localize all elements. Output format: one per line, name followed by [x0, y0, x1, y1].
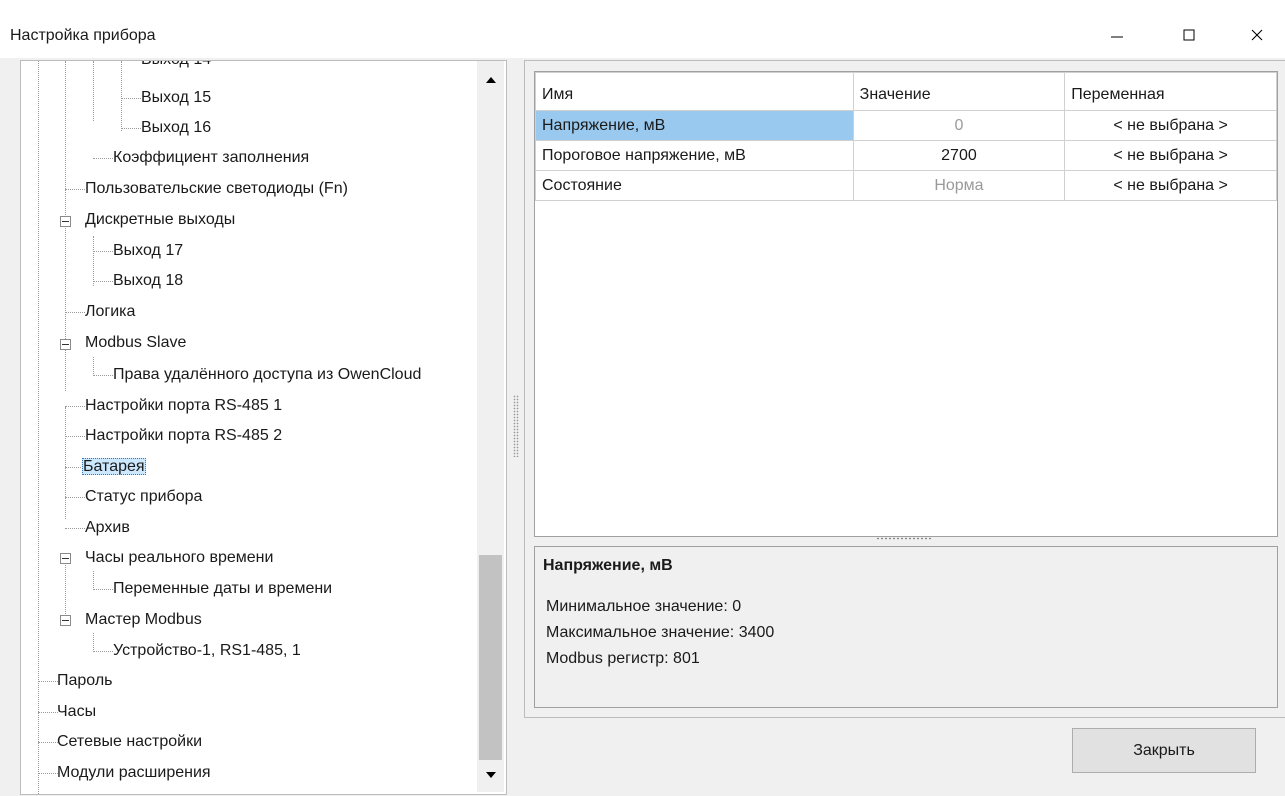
row-name-cell[interactable]: Напряжение, мВ — [535, 110, 854, 141]
settings-tree: Выход 14 Выход 15 Выход 16 Коэффициент з… — [20, 60, 507, 795]
collapse-icon[interactable] — [60, 553, 71, 564]
scroll-thumb[interactable] — [479, 555, 502, 760]
description-min-value: Минимальное значение: 0 — [546, 598, 742, 615]
maximize-button[interactable] — [1164, 14, 1214, 54]
close-icon — [1251, 29, 1263, 41]
horizontal-splitter[interactable] — [876, 537, 932, 540]
title-bar: Настройка прибора — [0, 0, 1285, 58]
collapse-icon[interactable] — [60, 216, 71, 227]
tree-scrollbar[interactable] — [477, 61, 504, 792]
tree-item-user-leds[interactable]: Пользовательские светодиоды (Fn) — [84, 174, 349, 204]
scroll-down-icon[interactable] — [477, 764, 504, 786]
tree-item-modbus-master[interactable]: Мастер Modbus — [84, 605, 203, 635]
description-modbus-register: Modbus регистр: 801 — [546, 650, 700, 667]
minimize-button[interactable] — [1092, 14, 1142, 54]
tree-item-modbus-slave[interactable]: Modbus Slave — [84, 328, 187, 358]
description-max-value: Максимальное значение: 3400 — [546, 624, 775, 641]
maximize-icon — [1183, 29, 1195, 41]
tree-item-clock[interactable]: Часы — [56, 697, 97, 727]
window-title: Настройка прибора — [10, 27, 156, 44]
tree-item-password[interactable]: Пароль — [56, 666, 114, 696]
collapse-icon[interactable] — [60, 339, 71, 350]
grid-header-row: Имя Значение Переменная — [535, 72, 1277, 111]
tree-item-rs485-port-2[interactable]: Настройки порта RS-485 2 — [84, 421, 283, 451]
row-value-cell: Норма — [852, 170, 1066, 201]
tree-item-battery[interactable]: Батарея — [82, 452, 146, 482]
tree-item-rtc[interactable]: Часы реального времени — [84, 543, 274, 573]
row-value-cell: 0 — [852, 110, 1066, 141]
tree-item-output-18[interactable]: Выход 18 — [112, 266, 184, 296]
minimize-icon — [1111, 36, 1123, 38]
row-name-cell[interactable]: Пороговое напряжение, мВ — [535, 140, 854, 171]
grid-row[interactable]: Напряжение, мВ 0 < не выбрана > — [535, 110, 1277, 141]
row-variable-cell[interactable]: < не выбрана > — [1064, 170, 1277, 201]
tree-item-expansion-modules[interactable]: Модули расширения — [56, 758, 212, 788]
close-window-button[interactable] — [1232, 14, 1282, 54]
row-name-cell[interactable]: Состояние — [535, 170, 854, 201]
tree-item-archive[interactable]: Архив — [84, 513, 131, 543]
row-variable-cell[interactable]: < не выбрана > — [1064, 110, 1277, 141]
column-header-variable[interactable]: Переменная — [1064, 72, 1277, 111]
close-button[interactable]: Закрыть — [1072, 728, 1256, 773]
scroll-up-icon[interactable] — [477, 69, 504, 91]
tree-item-output-14[interactable]: Выход 14 — [140, 61, 212, 75]
grid-row[interactable]: Состояние Норма < не выбрана > — [535, 170, 1277, 201]
tree-item-discrete-outputs[interactable]: Дискретные выходы — [84, 205, 236, 235]
tree-item-datetime-vars[interactable]: Переменные даты и времени — [112, 574, 333, 604]
tree-item-device-1[interactable]: Устройство-1, RS1-485, 1 — [112, 636, 302, 666]
tree-item-output-16[interactable]: Выход 16 — [140, 113, 212, 143]
tree-item-rs485-port-1[interactable]: Настройки порта RS-485 1 — [84, 391, 283, 421]
tree-item-duty-cycle[interactable]: Коэффициент заполнения — [112, 143, 310, 173]
column-header-value[interactable]: Значение — [852, 72, 1066, 111]
properties-grid: Имя Значение Переменная Напряжение, мВ 0… — [534, 71, 1278, 537]
tree-item-remote-access[interactable]: Права удалённого доступа из OwenCloud — [112, 360, 422, 390]
row-value-cell[interactable]: 2700 — [852, 140, 1066, 171]
collapse-icon[interactable] — [60, 615, 71, 626]
row-variable-cell[interactable]: < не выбрана > — [1064, 140, 1277, 171]
grid-row[interactable]: Пороговое напряжение, мВ 2700 < не выбра… — [535, 140, 1277, 171]
tree-item-output-15[interactable]: Выход 15 — [140, 83, 212, 113]
vertical-splitter[interactable] — [513, 395, 519, 457]
column-header-name[interactable]: Имя — [535, 72, 854, 111]
tree-item-device-status[interactable]: Статус прибора — [84, 482, 203, 512]
tree-item-logic[interactable]: Логика — [84, 297, 136, 327]
tree-item-output-17[interactable]: Выход 17 — [112, 236, 184, 266]
tree-item-network[interactable]: Сетевые настройки — [56, 727, 203, 757]
description-title: Напряжение, мВ — [543, 557, 673, 574]
